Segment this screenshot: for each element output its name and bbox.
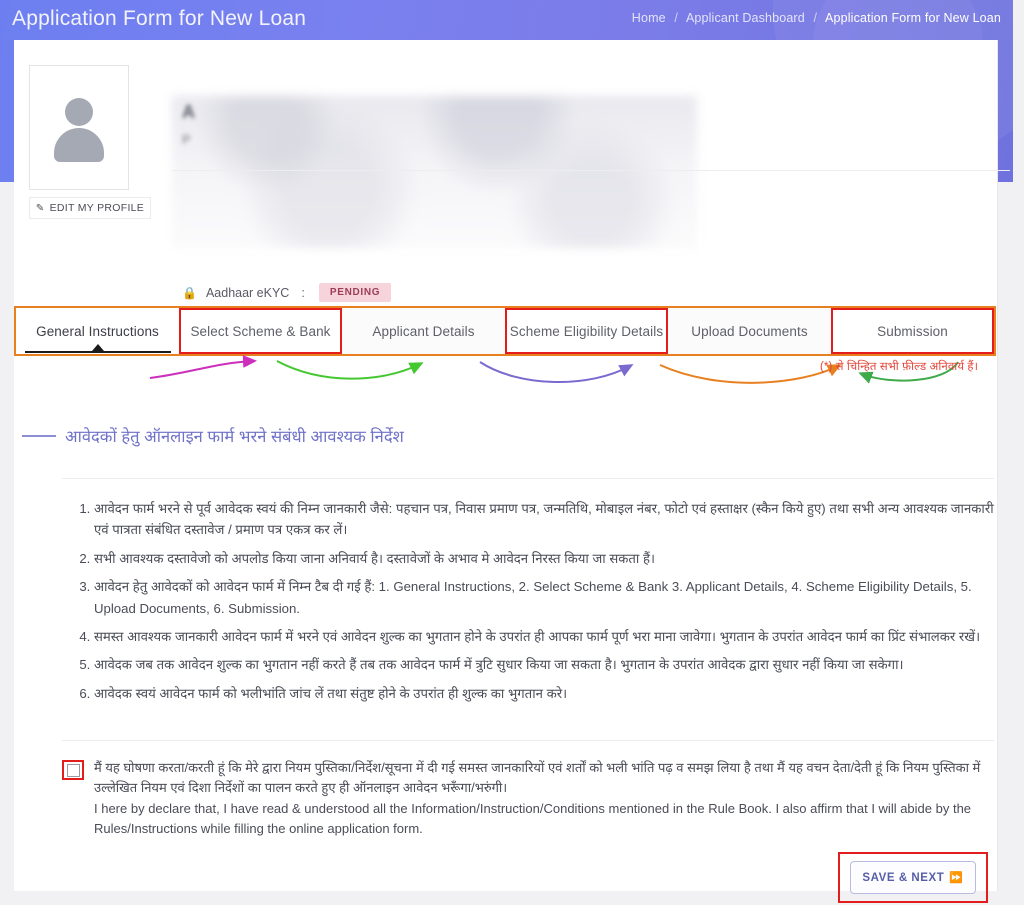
mandatory-fields-note: (*) से चिन्हित सभी फ़ील्ड अनिवार्य हैं। [820, 361, 979, 373]
tab-select-scheme-bank[interactable]: Select Scheme & Bank [179, 308, 342, 354]
breadcrumb: Home / Applicant Dashboard / Application… [632, 11, 1001, 25]
redacted-name-line: A [182, 102, 195, 122]
edit-my-profile-button[interactable]: ✎ EDIT MY PROFILE [29, 197, 151, 219]
divider-below-instructions [62, 740, 994, 741]
edit-my-profile-label: EDIT MY PROFILE [49, 202, 145, 214]
profile-divider [172, 170, 1010, 171]
declaration-text: मैं यह घोषणा करता/करती हूं कि मेरे द्वार… [94, 758, 996, 839]
list-item: आवेदन फार्म भरने से पूर्व आवेदक स्वयं की… [94, 498, 996, 541]
breadcrumb-applicant-dashboard[interactable]: Applicant Dashboard [686, 11, 805, 25]
tab-submission[interactable]: Submission [831, 308, 994, 354]
pencil-edit-icon: ✎ [35, 202, 45, 214]
breadcrumb-separator: / [674, 11, 678, 25]
list-item: समस्त आवश्यक जानकारी आवेदन फार्म में भरन… [94, 626, 996, 647]
declaration-checkbox-highlight [62, 760, 84, 780]
declaration-text-english: I here by declare that, I have read & un… [94, 800, 972, 836]
aadhaar-ekyc-row: 🔒 Aadhaar eKYC : PENDING [182, 283, 392, 302]
active-tab-underline [25, 351, 171, 353]
section-heading: आवेदकों हेतु ऑनलाइन फार्म भरने संबंधी आव… [22, 424, 404, 447]
heading-dash [22, 434, 56, 437]
redacted-applicant-details [172, 96, 697, 248]
application-form-page: Application Form for New Loan Home / App… [0, 0, 1024, 905]
divider-above-instructions [62, 478, 994, 479]
content-card: ✎ EDIT MY PROFILE A P 🔒 Aadhaar eKYC : P… [14, 40, 1010, 903]
redacted-subtitle-line: P [182, 132, 191, 147]
tab-scheme-eligibility-details[interactable]: Scheme Eligibility Details [505, 308, 668, 354]
declaration-checkbox[interactable] [67, 764, 80, 777]
breadcrumb-current: Application Form for New Loan [825, 11, 1001, 25]
tab-label: General Instructions [36, 323, 159, 339]
tab-label: Submission [877, 323, 948, 339]
breadcrumb-home[interactable]: Home [632, 11, 666, 25]
tab-label: Select Scheme & Bank [190, 323, 331, 339]
instructions-list: आवेदन फार्म भरने से पूर्व आवेदक स्वयं की… [72, 498, 996, 711]
aadhaar-ekyc-colon: : [301, 285, 305, 300]
user-avatar-icon [50, 92, 108, 164]
tab-upload-documents[interactable]: Upload Documents [668, 308, 831, 354]
declaration-block: मैं यह घोषणा करता/करती हूं कि मेरे द्वार… [62, 758, 996, 839]
page-title: Application Form for New Loan [12, 7, 307, 30]
declaration-text-hindi: मैं यह घोषणा करता/करती हूं कि मेरे द्वार… [94, 760, 981, 796]
save-and-next-label: SAVE & NEXT [862, 871, 945, 884]
breadcrumb-separator: / [813, 11, 818, 25]
status-badge: PENDING [318, 283, 392, 302]
form-tabs: General Instructions Select Scheme & Ban… [14, 306, 998, 356]
tab-label: Upload Documents [691, 323, 808, 339]
fast-forward-icon: ⏩ [949, 872, 964, 884]
aadhaar-ekyc-label: Aadhaar eKYC [205, 285, 290, 300]
save-and-next-button[interactable]: SAVE & NEXT ⏩ [850, 861, 976, 894]
avatar [29, 65, 129, 190]
section-heading-label: आवेदकों हेतु ऑनलाइन फार्म भरने संबंधी आव… [65, 428, 404, 446]
tab-general-instructions[interactable]: General Instructions [16, 308, 179, 354]
list-item: आवेदक स्वयं आवेदन फार्म को भलीभांति जांच… [94, 683, 996, 704]
tab-applicant-details[interactable]: Applicant Details [342, 308, 505, 354]
tab-label: Applicant Details [372, 323, 475, 339]
list-item: सभी आवश्यक दस्तावेजो को अपलोड किया जाना … [94, 548, 996, 569]
profile-section: ✎ EDIT MY PROFILE A P 🔒 Aadhaar eKYC : P… [14, 40, 1010, 302]
lock-icon: 🔒 [182, 285, 197, 300]
list-item: आवेदन हेतु आवेदकों को आवेदन फार्म में नि… [94, 576, 996, 619]
list-item: आवेदक जब तक आवेदन शुल्क का भुगतान नहीं क… [94, 654, 996, 675]
tab-label: Scheme Eligibility Details [509, 323, 664, 339]
active-tab-pointer [91, 344, 104, 351]
